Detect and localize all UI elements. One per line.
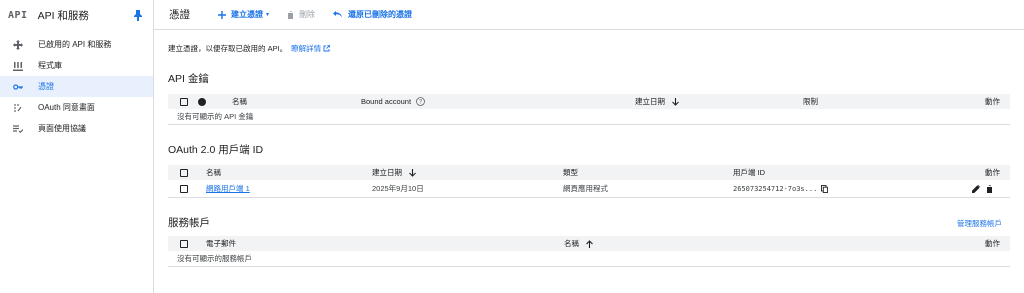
col-actions: 動作 <box>985 239 1000 248</box>
col-email[interactable]: 電子郵件 <box>206 238 236 249</box>
page-usage-agreements-icon <box>13 124 23 134</box>
delete-button[interactable]: 刪除 <box>287 9 315 20</box>
sidebar-item-label: OAuth 同意畫面 <box>38 103 95 112</box>
help-icon[interactable]: ? <box>416 97 425 106</box>
learn-more-label: 瞭解詳情 <box>291 44 322 53</box>
client-name-link[interactable]: 網路用戶端 1 <box>206 183 250 194</box>
undo-icon <box>333 11 343 18</box>
sidebar-item-label: 頁面使用協議 <box>38 124 86 133</box>
col-client-id: 用戶端 ID <box>733 168 766 177</box>
oauth-consent-icon <box>13 103 23 113</box>
service-accounts-empty: 沒有可顯示的服務帳戶 <box>177 254 252 263</box>
sidebar-item-enabled-apis[interactable]: 已啟用的 API 和服務 <box>0 34 153 55</box>
oauth-table: 名稱 建立日期 類型 用戶端 ID 動作 網路用戶端 1 2025年9月10日 … <box>168 165 1010 198</box>
table-header: 電子郵件 名稱 動作 <box>168 236 1010 251</box>
restore-deleted-label: 還原已刪除的憑證 <box>348 10 413 19</box>
sidebar-item-credentials[interactable]: 憑證 <box>0 76 153 97</box>
row-checkbox[interactable] <box>180 184 188 193</box>
col-created-date[interactable]: 建立日期 <box>372 167 416 178</box>
col-bound-account: Bound account ? <box>361 97 425 106</box>
col-name-label: 名稱 <box>564 239 579 248</box>
client-id-cell: 265073254712-7o3s... <box>733 184 829 193</box>
col-type: 類型 <box>563 168 578 177</box>
sidebar-title: API 和服務 <box>37 9 89 22</box>
col-created-date[interactable]: 建立日期 <box>635 96 679 107</box>
create-credentials-label: 建立憑證 <box>231 10 263 19</box>
learn-more-link[interactable]: 瞭解詳情 <box>291 43 331 54</box>
col-restrictions: 限制 <box>803 97 818 106</box>
select-all-checkbox[interactable] <box>180 168 188 177</box>
api-keys-title: API 金鑰 <box>168 73 209 85</box>
col-actions: 動作 <box>985 168 1000 177</box>
delete-label: 刪除 <box>299 10 316 19</box>
sort-up-icon <box>586 239 593 248</box>
sidebar-item-label: 已啟用的 API 和服務 <box>38 40 112 49</box>
external-link-icon <box>323 45 331 52</box>
col-actions: 動作 <box>985 97 1000 106</box>
col-created-date-label: 建立日期 <box>635 97 665 106</box>
sidebar-item-oauth-consent[interactable]: OAuth 同意畫面 <box>0 97 153 118</box>
trash-icon <box>287 10 295 19</box>
page-title: 憑證 <box>169 9 190 21</box>
copy-icon[interactable] <box>821 184 829 193</box>
client-created-date: 2025年9月10日 <box>372 184 424 193</box>
col-created-date-label: 建立日期 <box>372 168 402 177</box>
table-header: 名稱 Bound account ? 建立日期 限制 動作 <box>168 94 1010 109</box>
api-logo: API <box>8 9 28 21</box>
restore-deleted-button[interactable]: 還原已刪除的憑證 <box>333 9 412 20</box>
key-icon <box>13 82 23 92</box>
sidebar: API API 和服務 已啟用的 API 和服務 程式庫 憑證 OAuth 同意… <box>0 0 154 293</box>
service-accounts-title: 服務帳戶 <box>168 217 210 229</box>
col-name[interactable]: 名稱 <box>564 238 593 249</box>
manage-service-accounts-link[interactable]: 管理服務帳戶 <box>957 218 1002 229</box>
client-type: 網頁應用程式 <box>563 184 608 193</box>
sidebar-item-library[interactable]: 程式庫 <box>0 55 153 76</box>
table-header: 名稱 建立日期 類型 用戶端 ID 動作 <box>168 165 1010 180</box>
pin-icon[interactable] <box>133 9 143 21</box>
select-all-checkbox[interactable] <box>180 239 188 248</box>
service-accounts-table: 電子郵件 名稱 動作 沒有可顯示的服務帳戶 <box>168 236 1010 267</box>
library-icon <box>13 61 23 71</box>
select-all-checkbox[interactable] <box>180 97 188 106</box>
delete-row-icon[interactable] <box>986 184 993 193</box>
intro: 建立憑證，以便存取已啟用的 API。 瞭解詳情 <box>168 43 1010 54</box>
plus-icon <box>218 10 226 19</box>
col-name[interactable]: 名稱 <box>232 96 247 107</box>
sidebar-item-label: 程式庫 <box>38 61 62 70</box>
create-credentials-button[interactable]: 建立憑證 ▾ <box>218 9 269 20</box>
sidebar-header: API API 和服務 <box>0 0 153 30</box>
intro-text: 建立憑證，以便存取已啟用的 API。 <box>168 44 288 53</box>
sort-down-icon <box>409 168 416 177</box>
status-dot-icon <box>198 97 206 106</box>
edit-icon[interactable] <box>972 184 980 193</box>
sort-down-icon <box>672 97 679 106</box>
api-keys-empty: 沒有可顯示的 API 金鑰 <box>177 112 254 121</box>
main-content: 建立憑證，以便存取已啟用的 API。 瞭解詳情 API 金鑰 名稱 Bound … <box>168 30 1010 267</box>
service-accounts-header: 服務帳戶 管理服務帳戶 <box>168 215 1010 229</box>
table-row: 網路用戶端 1 2025年9月10日 網頁應用程式 265073254712-7… <box>168 180 1010 197</box>
toolbar: 憑證 建立憑證 ▾ 刪除 還原已刪除的憑證 <box>154 0 1024 30</box>
enabled-apis-icon <box>13 39 23 50</box>
client-id-value: 265073254712-7o3s... <box>733 184 818 193</box>
col-name[interactable]: 名稱 <box>206 167 221 178</box>
sidebar-item-label: 憑證 <box>38 82 54 91</box>
dropdown-caret-icon: ▾ <box>266 12 270 18</box>
sidebar-item-page-usage[interactable]: 頁面使用協議 <box>0 118 153 139</box>
api-keys-table: 名稱 Bound account ? 建立日期 限制 動作 沒有可顯示的 API… <box>168 94 1010 125</box>
oauth-title: OAuth 2.0 用戶端 ID <box>168 144 264 156</box>
col-bound-account-label: Bound account <box>361 97 412 106</box>
